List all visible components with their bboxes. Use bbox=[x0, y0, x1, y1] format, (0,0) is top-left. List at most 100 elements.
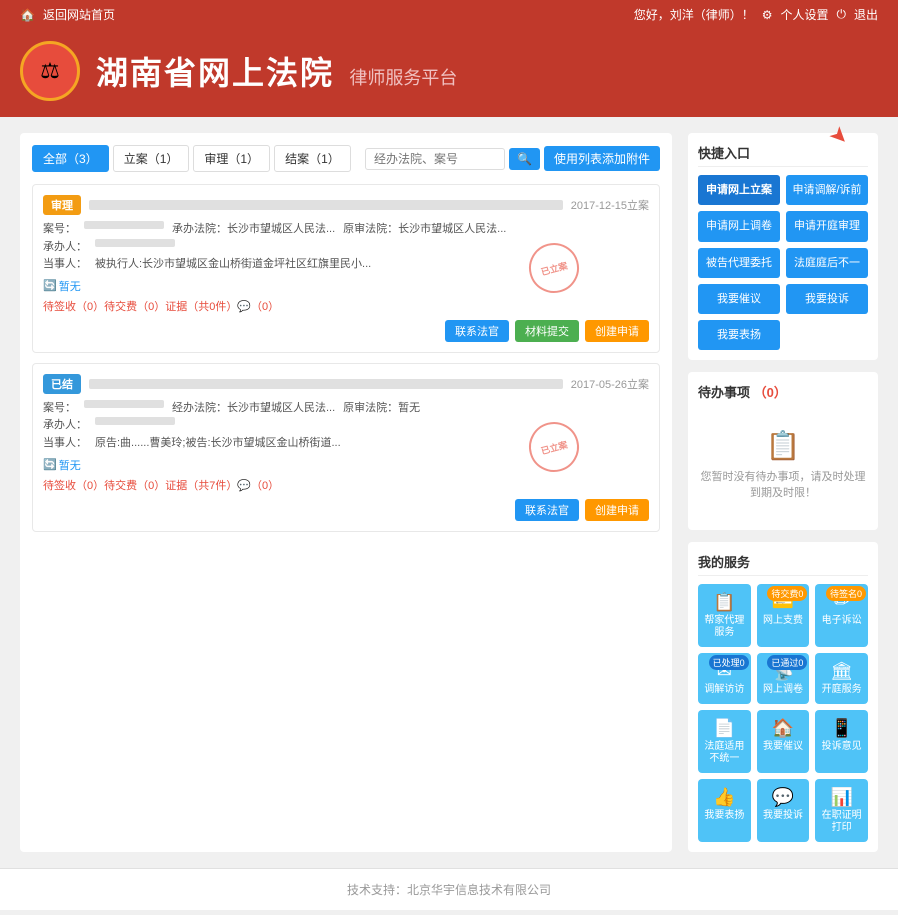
service-icon-5: 🏛 bbox=[819, 661, 864, 682]
case2-original-label: 原审法院：暂无 bbox=[343, 400, 420, 418]
service-label-8: 投诉意见 bbox=[819, 741, 864, 753]
case2-party-label: 当事人： bbox=[43, 435, 87, 453]
case2-manager-label: 经办法院：长沙市望城区人民法... bbox=[172, 400, 335, 418]
right-panel: ➤ 快捷入口 申请网上立案 申请调解/诉前 申请网上调卷 申请开庭审理 被告代理… bbox=[688, 133, 878, 852]
settings-link[interactable]: 个人设置 bbox=[780, 6, 828, 23]
case-actions-2: 联系法官 创建申请 bbox=[43, 499, 649, 521]
case-handler-value bbox=[95, 239, 175, 247]
service-label-0: 帮家代理服务 bbox=[702, 615, 747, 639]
quick-btn-urge[interactable]: 我要催议 bbox=[698, 284, 780, 314]
quick-btn-court[interactable]: 法庭庭后不一 bbox=[786, 248, 868, 278]
service-item-6[interactable]: 📄 法庭适用不统一 bbox=[698, 710, 751, 773]
top-nav-left: 🏠 返回网站首页 bbox=[20, 6, 115, 23]
create-application-btn-2[interactable]: 创建申请 bbox=[585, 499, 649, 521]
services-grid: 📋 帮家代理服务 💳 网上支费 待交费0 ✏ 电子诉讼 待签名0 ✉ 调解访访 … bbox=[698, 584, 868, 842]
case2-party-value: 原告:曲......曹美玲;被告:长沙市望城区金山桥街道... bbox=[95, 435, 341, 453]
pending-empty-icon: 📋 bbox=[698, 429, 868, 462]
service-item-8[interactable]: 📱 投诉意见 bbox=[815, 710, 868, 773]
quick-btn-transfer[interactable]: 申请网上调卷 bbox=[698, 211, 780, 241]
service-label-7: 我要催议 bbox=[761, 741, 806, 753]
case2-no-line: 案号： 经办法院：长沙市望城区人民法... 原审法院：暂无 bbox=[43, 400, 649, 418]
main-content: 全部（3） 立案（1） 审理（1） 结案（1） 🔍 使用列表添加附件 审理 20… bbox=[0, 117, 898, 868]
case-link-2[interactable]: 🔄 暂无 bbox=[43, 457, 81, 473]
service-label-11: 在职证明打印 bbox=[819, 810, 864, 834]
tab-closed[interactable]: 结案（1） bbox=[274, 145, 351, 172]
service-label-5: 开庭服务 bbox=[819, 684, 864, 696]
header-titles: 湖南省网上法院 律师服务平台 bbox=[96, 48, 457, 94]
service-icon-9: 👍 bbox=[702, 787, 747, 808]
case2-no-value bbox=[84, 400, 164, 408]
quick-btn-defendant[interactable]: 被告代理委托 bbox=[698, 248, 780, 278]
quick-access-wrapper: ➤ 快捷入口 申请网上立案 申请调解/诉前 申请网上调卷 申请开庭审理 被告代理… bbox=[688, 133, 878, 360]
quick-btn-mediation[interactable]: 申请调解/诉前 bbox=[786, 175, 868, 205]
quick-btn-filing[interactable]: 申请网上立案 bbox=[698, 175, 780, 205]
case-card-1: 审理 2017-12-15立案 案号： 承办法院：长沙市望城区人民法... 原审… bbox=[32, 184, 660, 353]
case-status-badge-2: 已结 bbox=[43, 374, 81, 394]
header-title: 湖南省网上法院 bbox=[96, 55, 334, 91]
case-card-2: 已结 2017-05-26立案 案号： 经办法院：长沙市望城区人民法... 原审… bbox=[32, 363, 660, 532]
service-icon-7: 🏠 bbox=[761, 718, 806, 739]
logo-emblem: ⚖ bbox=[20, 41, 80, 101]
quick-btn-complaint[interactable]: 我要投诉 bbox=[786, 284, 868, 314]
service-item-10[interactable]: 💬 我要投诉 bbox=[757, 779, 810, 842]
search-input[interactable] bbox=[365, 148, 505, 170]
service-label-10: 我要投诉 bbox=[761, 810, 806, 822]
tabs-bar: 全部（3） 立案（1） 审理（1） 结案（1） 🔍 使用列表添加附件 bbox=[32, 145, 660, 172]
logout-link[interactable]: 退出 bbox=[854, 6, 878, 23]
service-item-2[interactable]: ✏ 电子诉讼 待签名0 bbox=[815, 584, 868, 647]
tab-filing[interactable]: 立案（1） bbox=[113, 145, 190, 172]
top-nav-right: 您好，刘洋（律师）！ ⚙ 个人设置 ⏻ 退出 bbox=[634, 6, 878, 23]
service-item-5[interactable]: 🏛 开庭服务 bbox=[815, 653, 868, 704]
case-header-1: 审理 2017-12-15立案 bbox=[43, 195, 649, 215]
service-item-0[interactable]: 📋 帮家代理服务 bbox=[698, 584, 751, 647]
add-attachment-button[interactable]: 使用列表添加附件 bbox=[544, 146, 660, 171]
service-item-11[interactable]: 📊 在职证明打印 bbox=[815, 779, 868, 842]
case-actions-1: 联系法官 材料提交 创建申请 bbox=[43, 320, 649, 342]
contact-judge-btn-1[interactable]: 联系法官 bbox=[445, 320, 509, 342]
case-no-line: 案号： 承办法院：长沙市望城区人民法... 原审法院：长沙市望城区人民法... bbox=[43, 221, 649, 239]
contact-judge-btn-2[interactable]: 联系法官 bbox=[515, 499, 579, 521]
settings-icon: ⚙ bbox=[762, 8, 773, 22]
case2-no-label: 案号： bbox=[43, 400, 76, 418]
quick-access-grid: 申请网上立案 申请调解/诉前 申请网上调卷 申请开庭审理 被告代理委托 法庭庭后… bbox=[698, 175, 868, 350]
service-item-9[interactable]: 👍 我要表扬 bbox=[698, 779, 751, 842]
my-services-section: 我的服务 📋 帮家代理服务 💳 网上支费 待交费0 ✏ 电子诉讼 待签名0 bbox=[688, 542, 878, 852]
case-date-1: 2017-12-15立案 bbox=[571, 197, 649, 213]
home-icon: 🏠 bbox=[20, 8, 35, 22]
service-icon-8: 📱 bbox=[819, 718, 864, 739]
service-item-3[interactable]: ✉ 调解访访 已处理0 bbox=[698, 653, 751, 704]
power-icon: ⏻ bbox=[836, 7, 846, 22]
tab-all[interactable]: 全部（3） bbox=[32, 145, 109, 172]
case-pending-2: 待签收（0）待交费（0）证据（共7件）💬（0） bbox=[43, 477, 649, 493]
case-title-bar-2 bbox=[89, 379, 563, 389]
case-no-value bbox=[84, 221, 164, 229]
service-badge-2: 待签名0 bbox=[826, 586, 866, 601]
top-navbar: 🏠 返回网站首页 您好，刘洋（律师）！ ⚙ 个人设置 ⏻ 退出 bbox=[0, 0, 898, 29]
case-header-2: 已结 2017-05-26立案 bbox=[43, 374, 649, 394]
pending-tasks-count: （0） bbox=[754, 385, 787, 400]
service-item-7[interactable]: 🏠 我要催议 bbox=[757, 710, 810, 773]
submit-material-btn-1[interactable]: 材料提交 bbox=[515, 320, 579, 342]
case-link-1[interactable]: 🔄 暂无 bbox=[43, 278, 81, 294]
greeting-text: 您好，刘洋（律师）！ bbox=[634, 6, 754, 23]
quick-btn-praise[interactable]: 我要表扬 bbox=[698, 320, 780, 350]
search-button[interactable]: 🔍 bbox=[509, 148, 540, 170]
back-home-link[interactable]: 返回网站首页 bbox=[43, 6, 115, 23]
service-icon-11: 📊 bbox=[819, 787, 864, 808]
service-badge-1: 待交费0 bbox=[767, 586, 807, 601]
pending-empty-state: 📋 您暂时没有待办事项，请及时处理到期及时限！ bbox=[698, 409, 868, 520]
service-item-4[interactable]: 📡 网上调卷 已通过0 bbox=[757, 653, 810, 704]
service-label-1: 网上支费 bbox=[761, 615, 806, 627]
service-label-9: 我要表扬 bbox=[702, 810, 747, 822]
my-services-title: 我的服务 bbox=[698, 552, 868, 576]
create-application-btn-1[interactable]: 创建申请 bbox=[585, 320, 649, 342]
quick-access-title: 快捷入口 bbox=[698, 143, 868, 167]
tab-trial[interactable]: 审理（1） bbox=[193, 145, 270, 172]
quick-access-section: 快捷入口 申请网上立案 申请调解/诉前 申请网上调卷 申请开庭审理 被告代理委托… bbox=[688, 133, 878, 360]
pending-tasks-title: 待办事项 （0） bbox=[698, 382, 868, 401]
pending-tasks-section: 待办事项 （0） 📋 您暂时没有待办事项，请及时处理到期及时限！ bbox=[688, 372, 878, 530]
case-pending-1: 待签收（0）待交费（0）证据（共0件）💬（0） bbox=[43, 298, 649, 314]
service-badge-3: 已处理0 bbox=[709, 655, 749, 670]
service-item-1[interactable]: 💳 网上支费 待交费0 bbox=[757, 584, 810, 647]
quick-btn-hearing[interactable]: 申请开庭审理 bbox=[786, 211, 868, 241]
